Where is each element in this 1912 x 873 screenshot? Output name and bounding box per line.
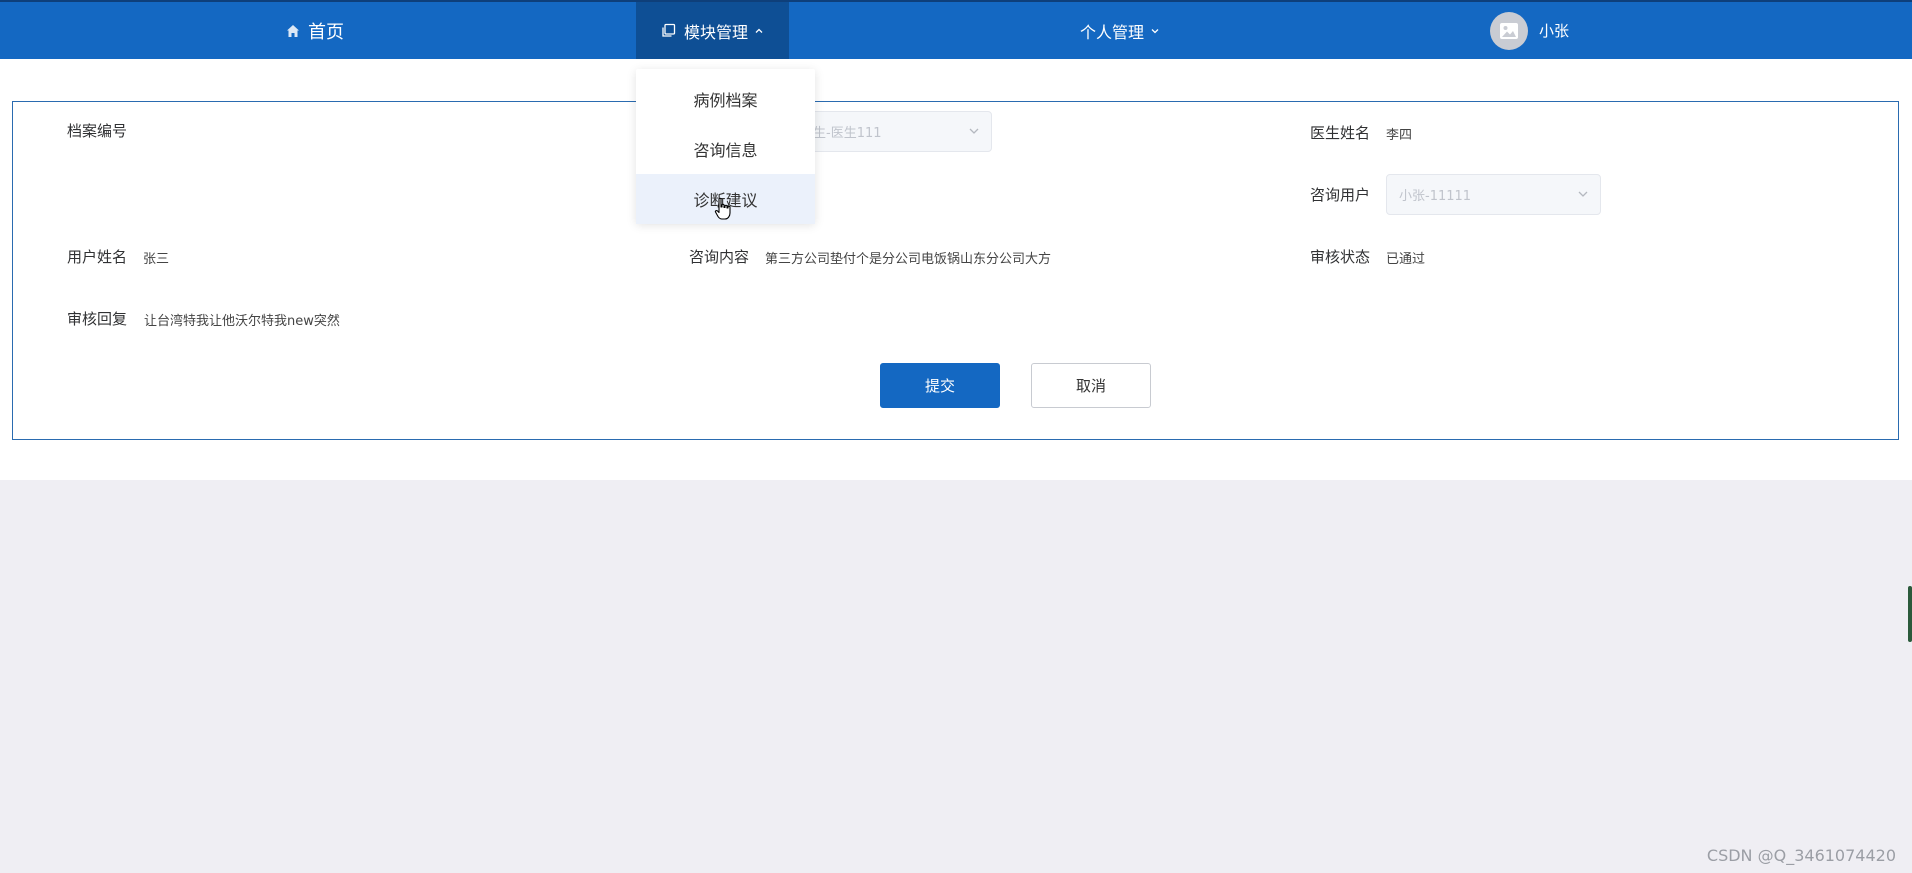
watermark: CSDN @Q_3461074420: [1706, 846, 1896, 865]
image-icon: [1500, 22, 1518, 39]
user-name-value: 张三: [143, 252, 170, 267]
nav-personal-management[interactable]: 个人管理: [1050, 2, 1190, 59]
review-reply-value: 让台湾特我让他沃尔特我new突然: [144, 314, 340, 329]
nav-home[interactable]: 首页: [260, 2, 370, 59]
user-name-label: 用户姓名: [67, 248, 128, 266]
doctor-account-select[interactable]: 医生-医生111: [787, 111, 992, 152]
consult-user-select[interactable]: 小张-11111: [1386, 174, 1601, 215]
top-nav-bar: 首页 模块管理 个人管理 小张: [0, 0, 1912, 59]
nav-home-label: 首页: [308, 21, 344, 43]
cancel-button[interactable]: 取消: [1031, 363, 1151, 408]
chevron-down-icon: [967, 124, 981, 138]
consult-content-label: 咨询内容: [689, 248, 750, 266]
review-status-value: 已通过: [1386, 252, 1426, 267]
doctor-name-label: 医生姓名: [1310, 124, 1371, 142]
consult-user-value: 小张-11111: [1399, 189, 1472, 204]
dropdown-item-case-archive[interactable]: 病例档案: [636, 74, 815, 124]
nav-module-label: 模块管理: [683, 22, 748, 42]
nav-personal-label: 个人管理: [1079, 22, 1144, 42]
hand-cursor-icon: [714, 197, 732, 225]
archive-no-label: 档案编号: [67, 122, 128, 140]
diagnosis-form: 档案编号 医生-医生111 医生姓名 李四 咨询用户 小张-11111 用户姓名…: [12, 101, 1899, 440]
review-status-label: 审核状态: [1310, 248, 1371, 266]
doctor-name-value: 李四: [1386, 128, 1413, 143]
chevron-up-icon: [754, 26, 764, 36]
chevron-down-icon: [1150, 26, 1160, 36]
dropdown-item-consult-info[interactable]: 咨询信息: [636, 124, 815, 174]
chevron-down-icon: [1576, 187, 1590, 201]
copy-icon: [661, 23, 676, 38]
home-icon: [286, 24, 300, 38]
submit-button[interactable]: 提交: [880, 363, 1000, 408]
avatar[interactable]: [1490, 11, 1528, 50]
consult-content-value: 第三方公司垫付个是分公司电饭锅山东分公司大方: [765, 252, 1052, 267]
nav-module-management[interactable]: 模块管理: [636, 2, 789, 59]
user-name: 小张: [1539, 22, 1570, 40]
review-reply-label: 审核回复: [67, 310, 128, 328]
scrollbar-marker[interactable]: [1908, 586, 1912, 642]
consult-user-label: 咨询用户: [1310, 186, 1371, 204]
user-menu[interactable]: 小张: [1490, 2, 1610, 59]
